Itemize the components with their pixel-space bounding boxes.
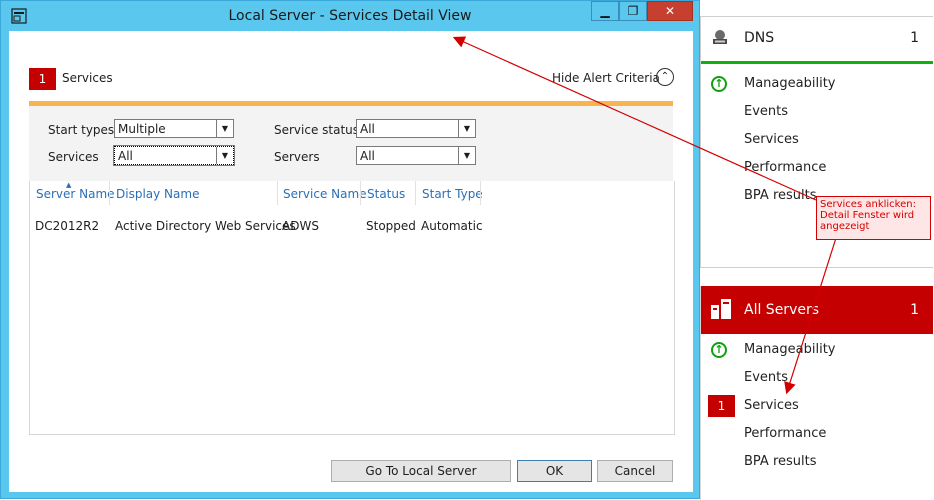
column-header-start-type[interactable]: Start Type xyxy=(422,187,483,201)
start-types-label: Start types xyxy=(48,123,115,137)
cancel-button[interactable]: Cancel xyxy=(597,460,673,482)
cell-display-name: Active Directory Web Services xyxy=(115,219,296,233)
all-servers-tile: All Servers 1 ↑ Manageability Events 1 S… xyxy=(700,286,933,500)
dns-tile-header[interactable]: DNS 1 xyxy=(701,17,933,64)
all-servers-item-performance[interactable]: Performance xyxy=(744,426,826,441)
dns-tile-count: 1 xyxy=(910,30,919,46)
alert-label: Services xyxy=(62,71,113,85)
all-servers-tile-header[interactable]: All Servers 1 xyxy=(701,286,933,334)
cell-server-name: DC2012R2 xyxy=(35,219,100,233)
column-header-server-name[interactable]: Server Name xyxy=(36,187,115,201)
minimize-button[interactable]: ▁ xyxy=(591,1,619,21)
service-status-select[interactable]: All ▼ xyxy=(356,119,476,138)
all-servers-tile-title: All Servers xyxy=(744,302,820,318)
dns-tile-title: DNS xyxy=(744,30,775,46)
column-divider[interactable] xyxy=(277,181,278,205)
dialog-body: 1 Services Hide Alert Criteria ⌃ Start t… xyxy=(9,31,693,492)
all-servers-item-events[interactable]: Events xyxy=(744,370,788,385)
hide-alert-criteria-link[interactable]: Hide Alert Criteria xyxy=(552,71,660,85)
all-servers-item-manageability[interactable]: Manageability xyxy=(744,342,835,357)
all-servers-tile-count: 1 xyxy=(910,302,919,318)
chevron-down-icon: ▼ xyxy=(216,120,233,137)
services-filter-label: Services xyxy=(48,150,99,164)
dns-item-events[interactable]: Events xyxy=(744,104,788,119)
dns-item-manageability[interactable]: Manageability xyxy=(744,76,835,91)
annotation-callout: Services anklicken: Detail Fenster wird … xyxy=(816,196,931,240)
dns-server-icon xyxy=(711,29,729,45)
cell-status: Stopped xyxy=(366,219,416,233)
manageability-ok-icon: ↑ xyxy=(711,76,727,92)
dns-item-bpa-results[interactable]: BPA results xyxy=(744,188,817,203)
column-divider[interactable] xyxy=(109,181,110,205)
servers-select[interactable]: All ▼ xyxy=(356,146,476,165)
all-servers-icon xyxy=(711,299,731,319)
services-select[interactable]: All ▼ xyxy=(113,145,235,166)
dns-item-performance[interactable]: Performance xyxy=(744,160,826,175)
cell-start-type: Automatic xyxy=(421,219,483,233)
start-types-value: Multiple xyxy=(118,122,166,136)
ok-button[interactable]: OK xyxy=(517,460,592,482)
manageability-ok-icon: ↑ xyxy=(711,342,727,358)
alert-criteria-panel: Start types Multiple ▼ Services All ▼ Se… xyxy=(29,101,673,186)
servers-label: Servers xyxy=(274,150,320,164)
column-header-service-name[interactable]: Service Name xyxy=(283,187,367,201)
dns-item-services[interactable]: Services xyxy=(744,132,799,147)
services-alert-badge: 1 xyxy=(708,395,735,417)
column-divider[interactable] xyxy=(415,181,416,205)
go-to-local-server-button[interactable]: Go To Local Server xyxy=(331,460,511,482)
column-divider[interactable] xyxy=(360,181,361,205)
chevron-down-icon: ▼ xyxy=(458,147,475,164)
chevron-down-icon: ▼ xyxy=(216,147,233,164)
service-status-label: Service status xyxy=(274,123,360,137)
maximize-button[interactable]: ❐ xyxy=(619,1,647,21)
chevron-up-icon[interactable]: ⌃ xyxy=(656,68,674,86)
services-detail-dialog: Local Server - Services Detail View ▁ ❐ … xyxy=(0,0,700,499)
services-value: All xyxy=(118,149,133,163)
chevron-down-icon: ▼ xyxy=(458,120,475,137)
close-button[interactable]: ✕ xyxy=(647,1,693,21)
column-divider[interactable] xyxy=(480,181,481,205)
all-servers-item-bpa-results[interactable]: BPA results xyxy=(744,454,817,469)
column-header-display-name[interactable]: Display Name xyxy=(116,187,199,201)
alert-count-badge: 1 xyxy=(29,68,56,90)
services-grid: ▲ Server Name Display Name Service Name … xyxy=(29,181,675,435)
column-header-status[interactable]: Status xyxy=(367,187,405,201)
cell-service-name: ADWS xyxy=(282,219,319,233)
servers-value: All xyxy=(360,149,375,163)
all-servers-item-services[interactable]: Services xyxy=(744,398,799,413)
title-bar[interactable]: Local Server - Services Detail View ▁ ❐ … xyxy=(1,1,699,31)
start-types-select[interactable]: Multiple ▼ xyxy=(114,119,234,138)
service-status-value: All xyxy=(360,122,375,136)
